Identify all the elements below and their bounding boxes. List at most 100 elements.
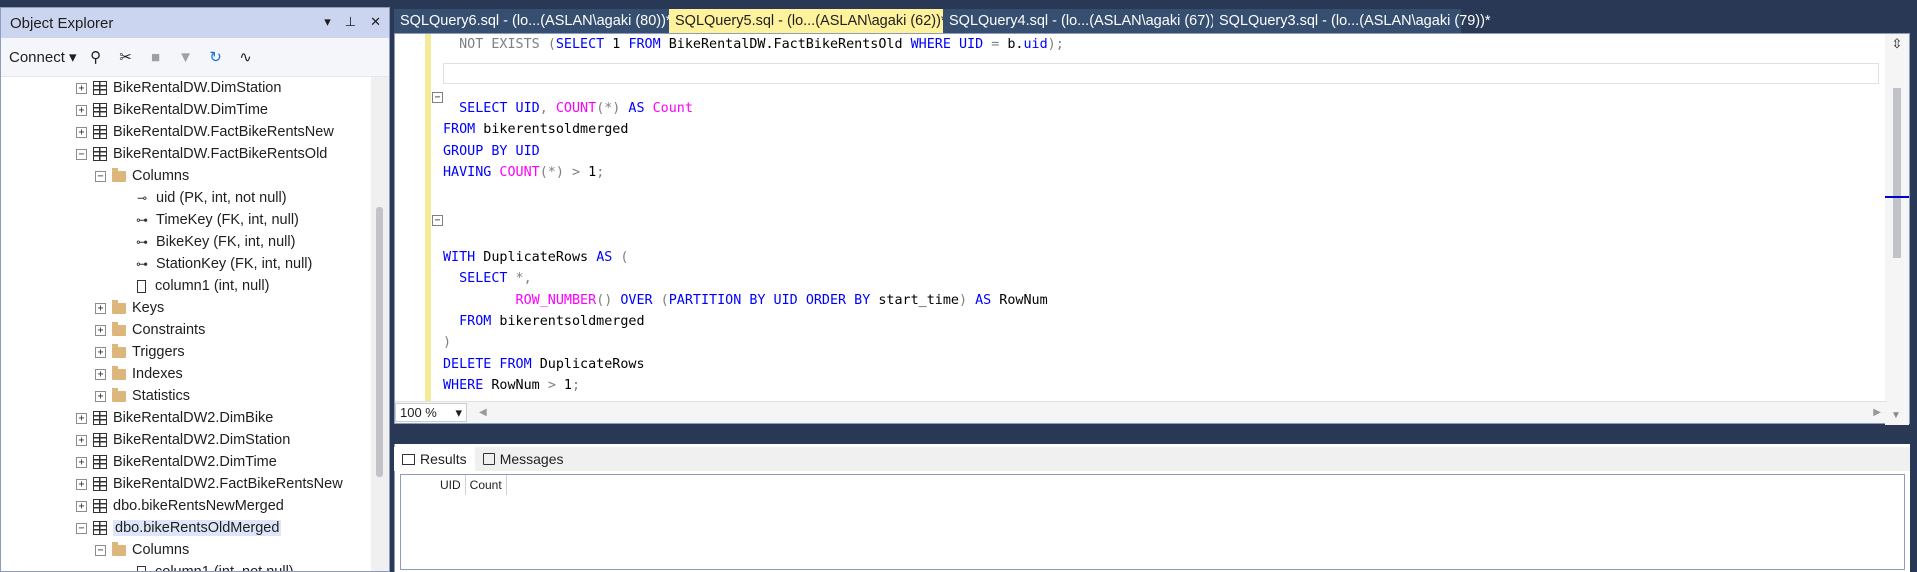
folder-icon xyxy=(112,167,126,182)
tree-node[interactable]: + Constraints xyxy=(95,319,205,341)
chevron-down-icon: ▾ xyxy=(455,404,462,420)
editor-vertical-scrollbar[interactable]: ⇳ ▼ xyxy=(1885,34,1909,425)
scroll-right-icon[interactable]: ▶ xyxy=(1873,407,1881,418)
code-token: bikerentsoldmerged xyxy=(475,122,629,138)
collapse-toggle[interactable]: − xyxy=(432,92,443,103)
expand-icon[interactable]: + xyxy=(76,82,87,94)
tree-node[interactable]: − BikeRentalDW.FactBikeRentsOld xyxy=(76,143,327,165)
tree-node[interactable]: + BikeRentalDW2.DimTime xyxy=(76,451,277,473)
code-line[interactable]: ) xyxy=(443,332,451,353)
tree-node[interactable]: + BikeRentalDW.DimTime xyxy=(76,99,268,121)
code-token: WHERE xyxy=(910,37,951,52)
code-line[interactable]: HAVING COUNT(*) > 1; xyxy=(443,162,604,183)
code-line[interactable]: WHERE RowNum > 1; xyxy=(443,375,580,396)
column-header[interactable]: Count xyxy=(466,475,507,495)
collapse-icon[interactable]: − xyxy=(95,544,106,556)
tree-node[interactable]: + BikeRentalDW.FactBikeRentsNew xyxy=(76,121,334,143)
scrollbar-thumb[interactable] xyxy=(1893,88,1901,258)
results-grid[interactable]: UID Count xyxy=(400,474,1905,570)
scroll-left-icon[interactable]: ◀ xyxy=(479,407,487,418)
window-position-icon[interactable]: ▾ xyxy=(324,14,331,30)
expand-icon[interactable]: + xyxy=(95,390,106,402)
tree-node[interactable]: + Statistics xyxy=(95,385,190,407)
expand-icon[interactable]: + xyxy=(76,412,87,424)
tab-sqlquery[interactable]: SQLQuery5.sql - (lo...(ASLAN\agaki (62))… xyxy=(669,9,989,33)
tab-sqlquery[interactable]: SQLQuery3.sql - (lo...(ASLAN\agaki (79))… xyxy=(1213,9,1491,33)
code-token: *, xyxy=(507,271,532,287)
tree-node[interactable]: column1 (int, null) xyxy=(134,275,269,297)
tree-node[interactable]: + dbo.bikeRentsNewMerged xyxy=(76,495,284,517)
tree-node[interactable]: − dbo.bikeRentsOldMerged xyxy=(76,517,282,539)
code-line[interactable]: SELECT *, xyxy=(443,268,532,289)
query-editor[interactable]: − − NOT EXISTS (SELECT 1 FROM BikeRental… xyxy=(394,33,1910,425)
expand-icon[interactable]: + xyxy=(76,456,87,468)
collapse-toggle[interactable]: − xyxy=(432,215,443,226)
grid-icon xyxy=(402,453,415,465)
tab-sqlquery[interactable]: SQLQuery6.sql - (lo...(ASLAN\agaki (80))… xyxy=(394,9,672,33)
expand-icon[interactable]: + xyxy=(76,104,87,116)
tab-messages[interactable]: Messages xyxy=(475,447,572,471)
code-line[interactable]: DELETE FROM DuplicateRows xyxy=(443,354,645,375)
scroll-down-icon[interactable]: ▼ xyxy=(1891,410,1901,421)
expand-icon[interactable]: + xyxy=(76,478,87,490)
code-line[interactable]: GROUP BY UID xyxy=(443,141,540,162)
column-header[interactable]: UID xyxy=(436,475,466,495)
activity-monitor-icon[interactable]: ∿ xyxy=(235,46,257,68)
code-token: RowNum xyxy=(991,292,1048,308)
expand-icon[interactable]: + xyxy=(95,346,106,358)
tree-node[interactable]: + Indexes xyxy=(95,363,183,385)
tree-node[interactable]: − Columns xyxy=(95,539,189,561)
zoom-select[interactable]: 100 % ▾ xyxy=(395,403,467,422)
tree-node-label: Columns xyxy=(132,542,190,558)
foreign-key-icon: ⊶ xyxy=(136,235,148,249)
split-icon[interactable]: ⇳ xyxy=(1889,36,1905,52)
expand-icon[interactable]: + xyxy=(95,368,106,380)
expand-icon[interactable]: + xyxy=(76,126,87,138)
tree-node[interactable]: − Columns xyxy=(95,165,189,187)
tree-node[interactable]: + Keys xyxy=(95,297,164,319)
table-icon xyxy=(93,103,107,117)
column-icon xyxy=(137,565,146,571)
code-line[interactable]: FROM bikerentsoldmerged xyxy=(443,311,644,332)
tree-node[interactable]: + BikeRentalDW2.FactBikeRentsNew xyxy=(76,473,343,495)
stop-icon[interactable]: ■ xyxy=(145,46,167,68)
collapse-icon[interactable]: − xyxy=(76,522,87,534)
object-explorer-tree: + BikeRentalDW.DimStation + BikeRentalDW.Di… xyxy=(1,77,371,571)
tree-node[interactable]: + Triggers xyxy=(95,341,185,363)
tree-node[interactable]: ⊶ TimeKey (FK, int, null) xyxy=(134,209,299,231)
scrollbar-thumb[interactable] xyxy=(376,207,383,477)
collapse-icon[interactable]: − xyxy=(95,170,106,182)
tab-sqlquery[interactable]: SQLQuery4.sql - (lo...(ASLAN\agaki (67)) xyxy=(943,9,1215,33)
expand-icon[interactable]: + xyxy=(95,302,106,314)
disconnect-icon[interactable]: ✂ xyxy=(115,46,137,68)
tree-node[interactable]: column1 (int, not null) xyxy=(134,561,294,571)
collapse-icon[interactable]: − xyxy=(76,148,87,160)
code-line[interactable]: SELECT UID, COUNT(*) AS Count xyxy=(443,98,693,119)
code-line[interactable]: NOT EXISTS (SELECT 1 FROM BikeRentalDW.F… xyxy=(443,34,1064,55)
tree-node[interactable]: ⊸ uid (PK, int, not null) xyxy=(134,187,287,209)
connect-icon[interactable]: ⚲ xyxy=(85,46,107,68)
tree-node[interactable]: + BikeRentalDW2.DimBike xyxy=(76,407,273,429)
connect-button[interactable]: Connect ▾ xyxy=(9,48,77,66)
code-area[interactable]: NOT EXISTS (SELECT 1 FROM BikeRentalDW.F… xyxy=(443,34,1879,404)
column-icon xyxy=(137,279,146,293)
close-icon[interactable]: ✕ xyxy=(370,14,381,30)
code-line[interactable]: ROW_NUMBER() OVER (PARTITION BY UID ORDE… xyxy=(443,290,1048,311)
tab-results[interactable]: Results xyxy=(394,447,475,471)
code-line[interactable]: FROM bikerentsoldmerged xyxy=(443,119,628,140)
refresh-icon[interactable]: ↻ xyxy=(205,46,227,68)
tree-node-label: StationKey (FK, int, null) xyxy=(156,256,313,272)
tree-node[interactable]: + BikeRentalDW.DimStation xyxy=(76,77,281,99)
expand-icon[interactable]: + xyxy=(76,500,87,512)
code-line[interactable]: WITH DuplicateRows AS ( xyxy=(443,247,628,268)
tree-node[interactable]: + BikeRentalDW2.DimStation xyxy=(76,429,290,451)
object-explorer-scrollbar[interactable] xyxy=(371,77,389,571)
expand-icon[interactable]: + xyxy=(76,434,87,446)
pin-icon[interactable]: ⊥ xyxy=(345,14,356,30)
tree-node[interactable]: ⊶ StationKey (FK, int, null) xyxy=(134,253,312,275)
expand-icon[interactable]: + xyxy=(95,324,106,336)
filter-icon[interactable]: ▼ xyxy=(175,46,197,68)
tree-node-label: BikeKey (FK, int, null) xyxy=(156,234,296,250)
change-margin xyxy=(425,34,431,404)
tree-node[interactable]: ⊶ BikeKey (FK, int, null) xyxy=(134,231,295,253)
